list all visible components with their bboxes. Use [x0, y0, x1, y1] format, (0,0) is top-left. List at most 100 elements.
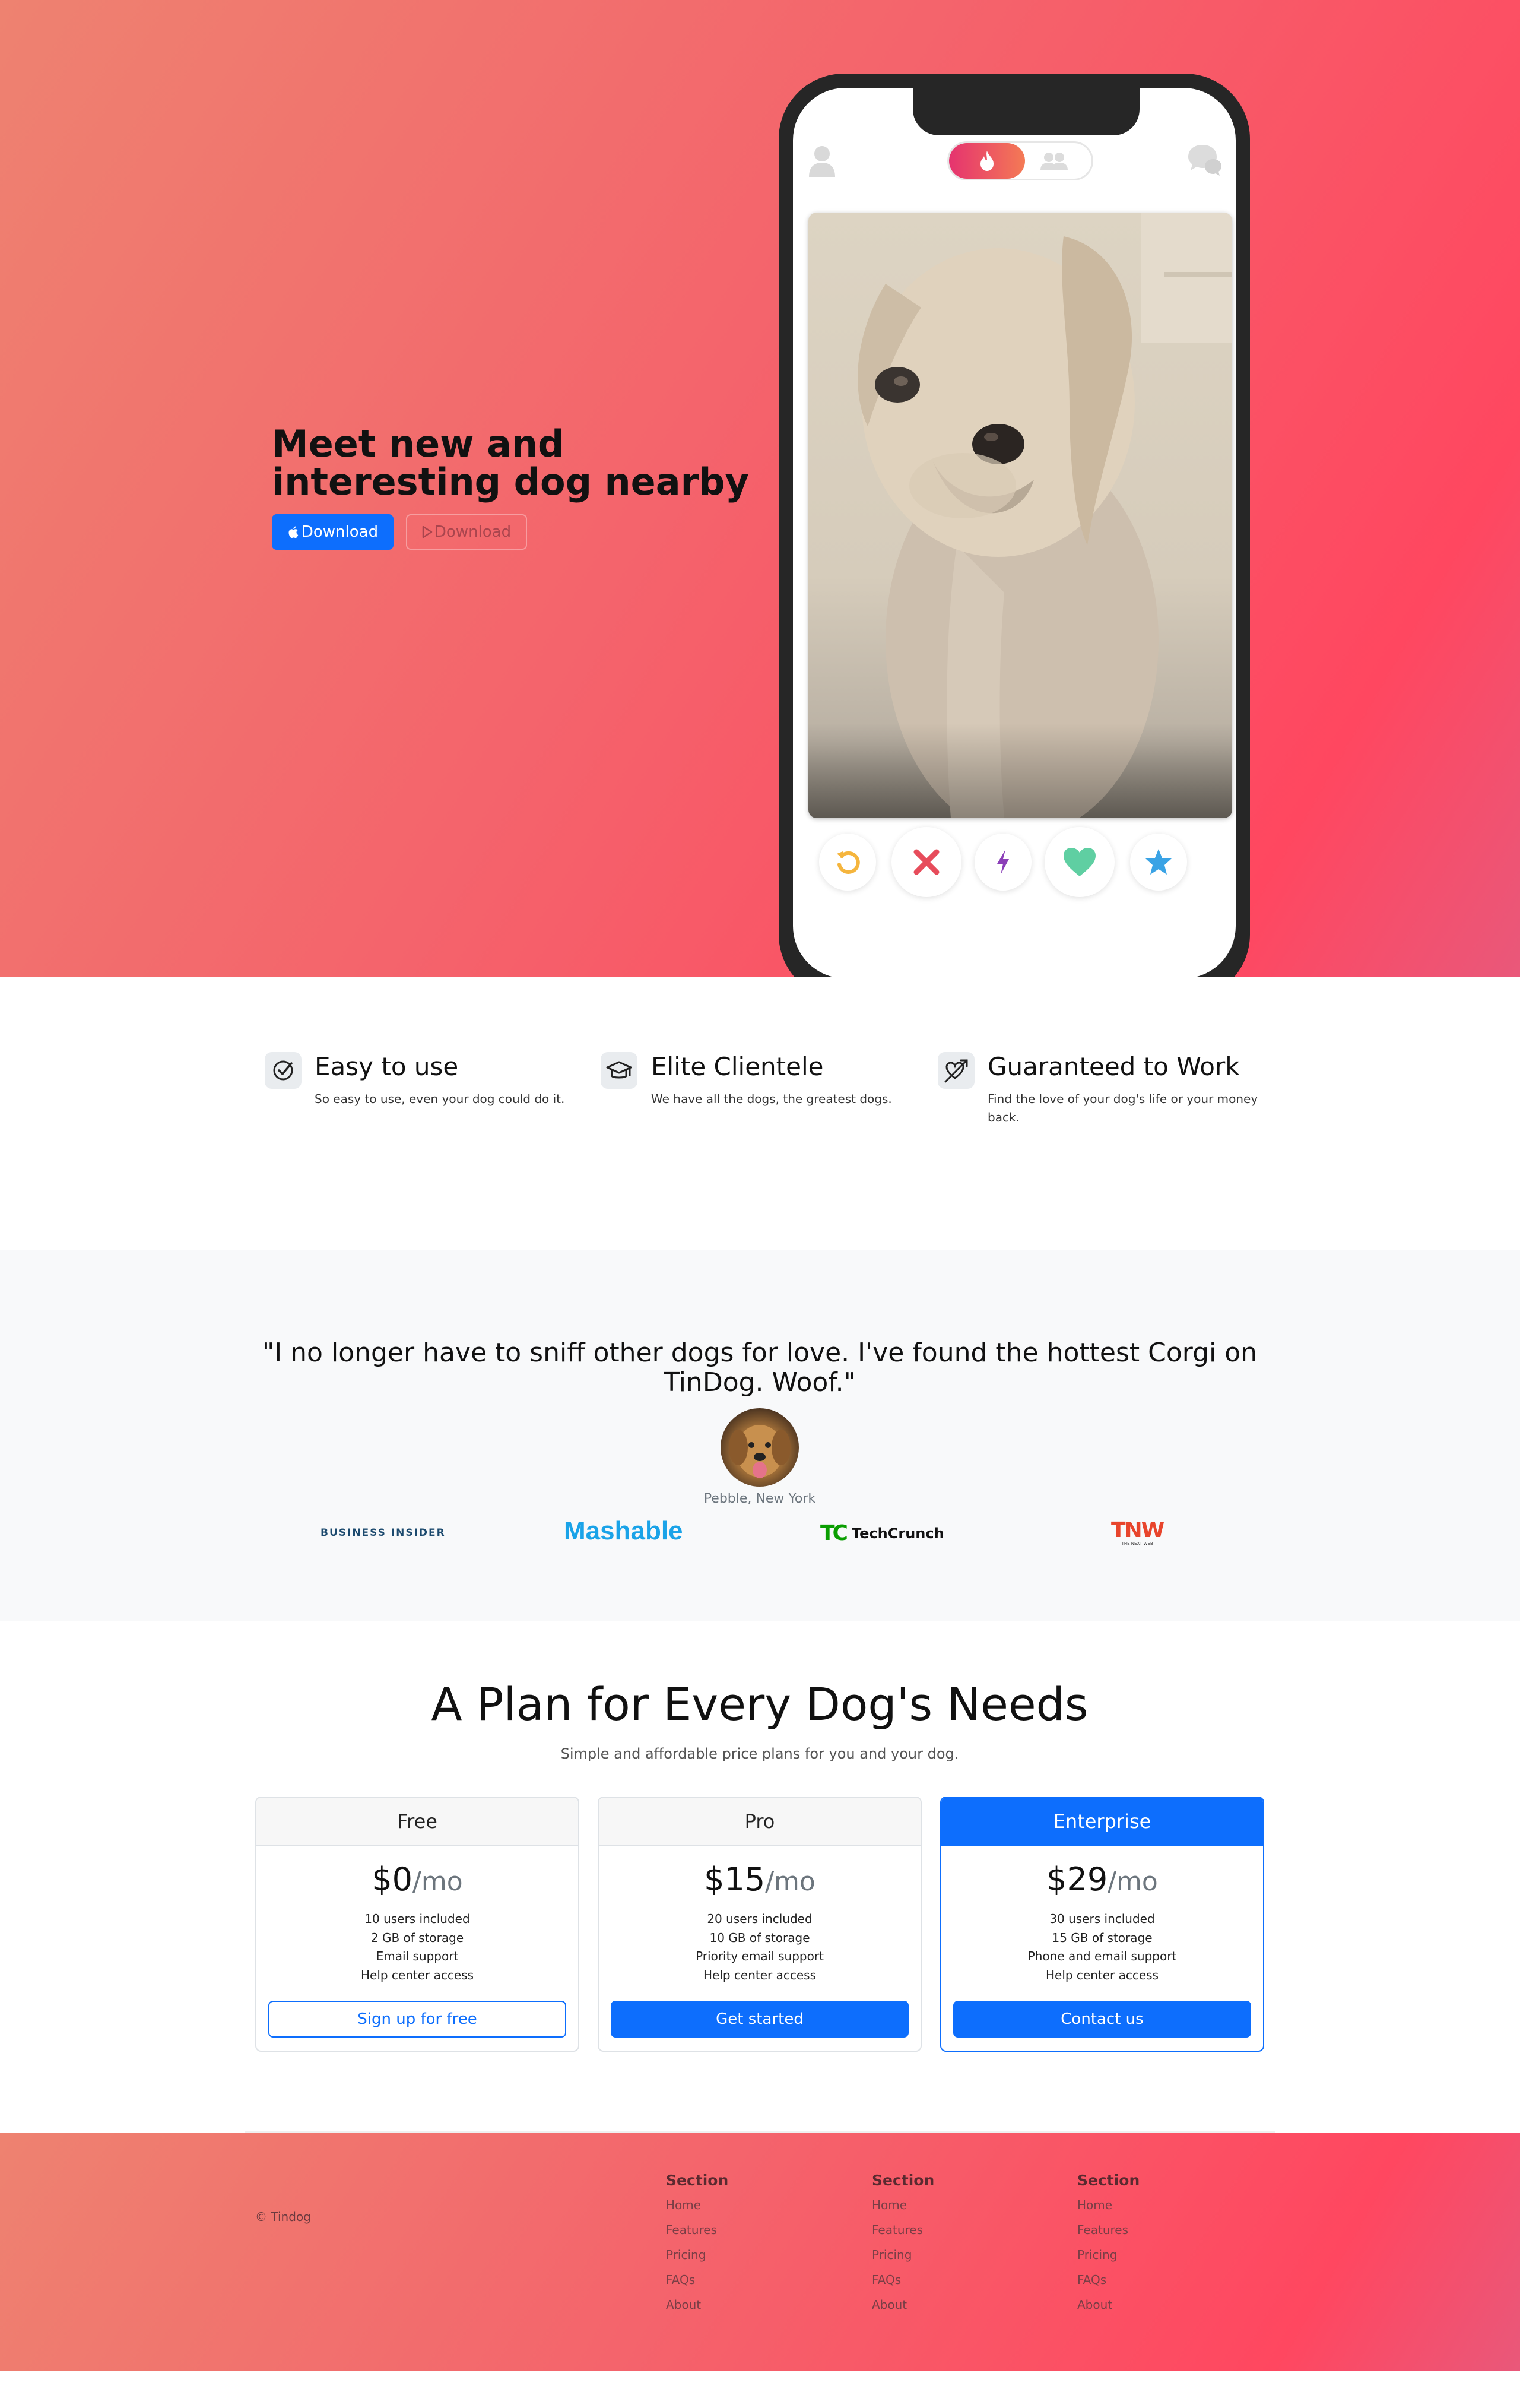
- copyright: © Tindog: [255, 2210, 311, 2224]
- feature-title-1: Easy to use: [315, 1052, 459, 1081]
- group-icon: [1040, 153, 1068, 170]
- like-button[interactable]: [1045, 827, 1115, 897]
- plan-feature: 15 GB of storage: [1052, 1930, 1153, 1945]
- footer-link-faqs[interactable]: FAQs: [872, 2273, 901, 2287]
- graduation-cap-icon: [606, 1061, 632, 1079]
- heart-arrow-icon: [944, 1059, 968, 1083]
- footer-link-features[interactable]: Features: [1077, 2223, 1128, 2237]
- dog-illustration: [808, 213, 1232, 818]
- footer-link-home[interactable]: Home: [1077, 2198, 1112, 2212]
- price-amount: $0: [372, 1861, 413, 1898]
- plan-name: Free: [256, 1798, 578, 1846]
- footer-link-features[interactable]: Features: [666, 2223, 717, 2237]
- feature-text-1: So easy to use, even your dog could do i…: [315, 1092, 565, 1106]
- plan-feature: 30 users included: [1049, 1912, 1155, 1926]
- flame-toggle[interactable]: [949, 143, 1025, 179]
- footer-link-home[interactable]: Home: [872, 2198, 907, 2212]
- dog-profile-photo[interactable]: [808, 213, 1232, 818]
- get-started-button[interactable]: Get started: [611, 2001, 909, 2038]
- play-store-icon: [422, 526, 433, 538]
- download-ios-label: Download: [301, 523, 379, 541]
- footer-link-home[interactable]: Home: [666, 2198, 701, 2212]
- footer-link-about[interactable]: About: [666, 2298, 701, 2312]
- chat-icon[interactable]: [1187, 142, 1223, 177]
- footer-link-about[interactable]: About: [1077, 2298, 1112, 2312]
- bolt-icon: [997, 850, 1009, 875]
- plan-card-pro: Pro $15/mo 20 users included 10 GB of st…: [598, 1797, 922, 2052]
- close-icon: [913, 849, 940, 875]
- feature-text-3: Find the love of your dog's life or your…: [988, 1092, 1258, 1124]
- price-amount: $15: [704, 1861, 766, 1898]
- price-period: /mo: [412, 1867, 463, 1897]
- feature-icon-box-2: [601, 1052, 637, 1089]
- techcrunch-text: TechCrunch: [851, 1525, 944, 1542]
- pricing-title: A Plan for Every Dog's Needs: [431, 1678, 1089, 1731]
- price-period: /mo: [765, 1867, 815, 1897]
- feature-icon-box-1: [265, 1052, 302, 1089]
- check-circle-icon: [273, 1060, 293, 1081]
- tnw-logo: TNW THE NEXT WEB: [1111, 1518, 1164, 1547]
- pricing-subtitle: Simple and affordable price plans for yo…: [560, 1745, 959, 1762]
- footer-section-title: Section: [1077, 2172, 1140, 2189]
- undo-button[interactable]: [819, 834, 876, 891]
- phone-mockup: [779, 74, 1250, 977]
- plan-feature: Email support: [376, 1949, 459, 1963]
- heart-icon: [1064, 848, 1096, 876]
- business-insider-logo: BUSINESS INSIDER: [320, 1527, 446, 1539]
- mashable-logo: Mashable: [564, 1516, 683, 1545]
- plan-features: 20 users included 10 GB of storage Prior…: [599, 1910, 921, 1985]
- footer-link-pricing[interactable]: Pricing: [872, 2248, 912, 2262]
- plan-name: Pro: [599, 1798, 921, 1846]
- plan-name: Enterprise: [941, 1798, 1263, 1846]
- footer: [0, 2133, 1520, 2371]
- boost-button[interactable]: [975, 834, 1032, 891]
- tnw-mark: TNW: [1111, 1518, 1164, 1542]
- plan-card-enterprise: Enterprise $29/mo 30 users included 15 G…: [940, 1797, 1264, 2052]
- footer-section-title: Section: [872, 2172, 935, 2189]
- plan-feature: 20 users included: [707, 1912, 813, 1926]
- plan-price: $15/mo: [599, 1861, 921, 1898]
- footer-link-faqs[interactable]: FAQs: [1077, 2273, 1106, 2287]
- footer-link-pricing[interactable]: Pricing: [1077, 2248, 1117, 2262]
- techcrunch-mark: TC: [820, 1521, 848, 1545]
- plan-feature: Priority email support: [696, 1949, 824, 1963]
- plan-feature: 10 users included: [364, 1912, 470, 1926]
- undo-icon: [837, 851, 860, 874]
- plan-feature: Help center access: [703, 1967, 817, 1982]
- testimonial-quote: "I no longer have to sniff other dogs fo…: [262, 1338, 1258, 1398]
- footer-section-title: Section: [666, 2172, 729, 2189]
- sign-up-free-button[interactable]: Sign up for free: [268, 2001, 566, 2038]
- plan-feature: Phone and email support: [1027, 1949, 1177, 1963]
- mode-toggle[interactable]: [947, 141, 1093, 180]
- download-android-button[interactable]: Download: [406, 514, 527, 550]
- footer-link-pricing[interactable]: Pricing: [666, 2248, 706, 2262]
- user-icon[interactable]: [807, 144, 837, 178]
- hero-section: Meet new and interesting dog nearby Down…: [0, 0, 1520, 977]
- footer-divider: [245, 2131, 1275, 2133]
- dog-avatar-illustration: [729, 1425, 791, 1478]
- star-icon: [1145, 849, 1172, 875]
- plan-features: 30 users included 15 GB of storage Phone…: [941, 1910, 1263, 1985]
- feature-icon-box-3: [938, 1052, 975, 1089]
- plan-features: 10 users included 2 GB of storage Email …: [256, 1910, 578, 1985]
- download-ios-button[interactable]: Download: [272, 514, 394, 550]
- plan-feature: 10 GB of storage: [709, 1930, 810, 1945]
- price-amount: $29: [1046, 1861, 1108, 1898]
- plan-price: $0/mo: [256, 1861, 578, 1898]
- phone-notch: [913, 88, 1140, 135]
- feature-title-2: Elite Clientele: [651, 1052, 824, 1081]
- nope-button[interactable]: [891, 827, 961, 897]
- footer-link-about[interactable]: About: [872, 2298, 907, 2312]
- contact-us-button[interactable]: Contact us: [953, 2001, 1251, 2038]
- super-like-button[interactable]: [1130, 834, 1187, 891]
- techcrunch-logo: TC TechCrunch: [820, 1521, 944, 1545]
- avatar: [721, 1408, 799, 1487]
- plan-feature: Help center access: [360, 1967, 474, 1982]
- hero-title: Meet new and interesting dog nearby: [272, 422, 749, 503]
- plan-feature: Help center access: [1045, 1967, 1159, 1982]
- download-android-label: Download: [434, 523, 512, 541]
- footer-link-faqs[interactable]: FAQs: [666, 2273, 695, 2287]
- footer-link-features[interactable]: Features: [872, 2223, 923, 2237]
- feature-text-2: We have all the dogs, the greatest dogs.: [651, 1092, 892, 1106]
- feature-title-3: Guaranteed to Work: [988, 1052, 1240, 1081]
